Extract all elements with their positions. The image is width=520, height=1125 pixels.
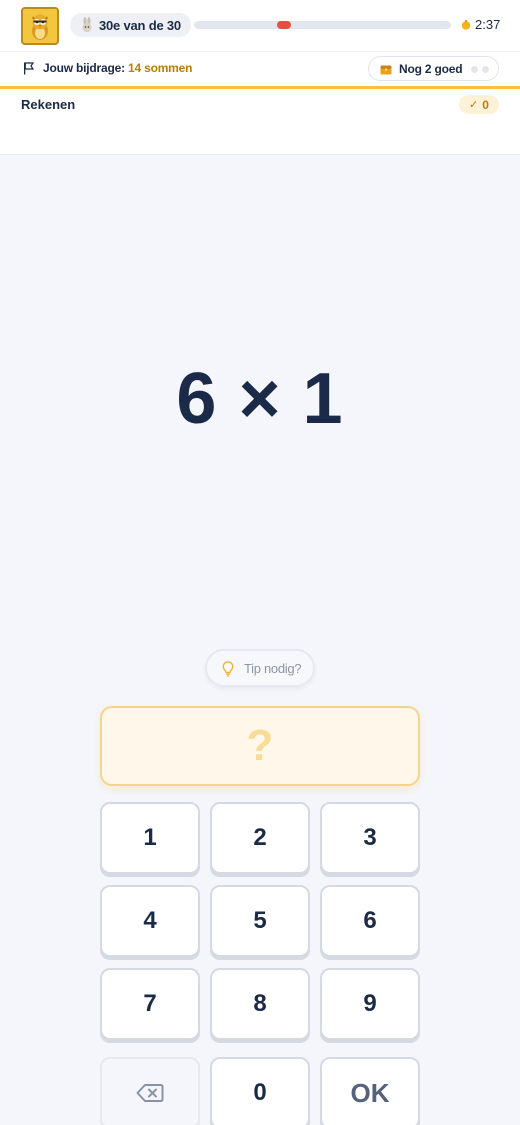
digit-key-1[interactable]: 1 <box>100 802 200 874</box>
digit-key-9[interactable]: 9 <box>320 968 420 1040</box>
progress-marker <box>277 21 291 29</box>
contribution-label-text: Jouw bijdrage: <box>43 61 125 75</box>
digit-key-7[interactable]: 7 <box>100 968 200 1040</box>
goal-pip <box>482 66 489 73</box>
key-label: 0 <box>253 1079 267 1106</box>
digit-key-8[interactable]: 8 <box>210 968 310 1040</box>
treasure-chest-icon <box>380 65 392 75</box>
avatar[interactable] <box>21 7 59 45</box>
score-badge: ✓ 0 <box>459 95 499 114</box>
digit-key-6[interactable]: 6 <box>320 885 420 957</box>
digit-key-0[interactable]: 0 <box>210 1057 310 1125</box>
goal-pip <box>471 66 478 73</box>
key-label: 9 <box>363 990 377 1017</box>
rabbit-icon <box>82 17 92 33</box>
answer-field[interactable]: ? <box>100 706 420 786</box>
digit-key-4[interactable]: 4 <box>100 885 200 957</box>
digit-key-2[interactable]: 2 <box>210 802 310 874</box>
question-text: 6 × 1 <box>176 359 344 439</box>
coin-icon <box>461 19 471 30</box>
contribution-bar: Jouw bijdrage: 14 sommen Nog 2 goed <box>0 52 520 86</box>
race-progress-bar <box>194 21 451 29</box>
check-icon: ✓ <box>469 99 479 111</box>
goal-text: Nog 2 goed <box>399 62 463 76</box>
backspace-icon <box>136 1084 164 1102</box>
tip-button[interactable]: Tip nodig? <box>205 649 315 687</box>
key-label: 6 <box>363 907 377 934</box>
key-label: 1 <box>143 824 157 851</box>
subject-bar: Rekenen ✓ 0 <box>0 89 520 155</box>
digit-key-3[interactable]: 3 <box>320 802 420 874</box>
key-label: 4 <box>143 907 157 934</box>
subject-name: Rekenen <box>21 97 76 112</box>
key-label: 2 <box>253 824 267 851</box>
key-label: 8 <box>253 990 267 1017</box>
backspace-key[interactable] <box>100 1057 200 1125</box>
key-label: 3 <box>363 824 377 851</box>
answer-placeholder: ? <box>246 721 274 770</box>
key-label: 5 <box>253 907 267 934</box>
ok-key[interactable]: OK <box>320 1057 420 1125</box>
contribution-value: 14 sommen <box>128 61 193 75</box>
flag-icon <box>24 62 35 75</box>
owl-avatar-icon <box>32 14 48 40</box>
rank-text: 30e van de 30 <box>99 17 181 33</box>
key-label: 7 <box>143 990 157 1017</box>
rank-pill: 30e van de 30 <box>70 13 191 37</box>
score-value: 0 <box>482 97 489 112</box>
key-label: OK <box>350 1077 390 1108</box>
lightbulb-icon <box>222 661 234 677</box>
tip-label: Tip nodig? <box>244 661 302 676</box>
goal-pill: Nog 2 goed <box>368 56 499 81</box>
contribution-label: Jouw bijdrage: 14 sommen <box>43 61 192 75</box>
top-bar: 30e van de 30 2:37 <box>0 0 520 52</box>
digit-key-5[interactable]: 5 <box>210 885 310 957</box>
timer-text: 2:37 <box>475 17 501 32</box>
timer: 2:37 <box>461 17 500 32</box>
